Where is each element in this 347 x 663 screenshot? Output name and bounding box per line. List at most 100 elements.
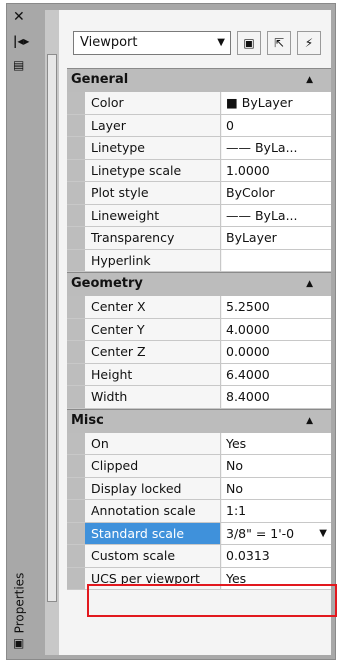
chevron-down-icon[interactable]: ▼: [319, 523, 327, 544]
row-gutter: [67, 137, 85, 159]
toggle-pickadd-icon: ▣: [243, 36, 255, 50]
property-name: Linetype scale: [85, 159, 221, 181]
property-grid: General ▲ Color ■ ByLayer Layer 0 Linetype —— B…: [67, 68, 331, 590]
row-gutter: [67, 567, 85, 589]
property-value[interactable]: 0.0313: [222, 545, 331, 567]
palette-title: Properties: [12, 572, 27, 634]
property-value[interactable]: No: [222, 477, 331, 499]
toolbar: Viewport ▼ ▣ ⇱ ⚡: [59, 10, 331, 68]
property-row[interactable]: Linetype scale 1.0000: [67, 159, 331, 182]
property-row[interactable]: Lineweight —— ByLa...: [67, 204, 331, 227]
property-value[interactable]: 3/8" = 1'-0 ▼: [222, 522, 331, 544]
property-name: Clipped: [85, 455, 221, 477]
property-name: Plot style: [85, 182, 221, 204]
select-objects-icon: ⇱: [273, 36, 285, 50]
close-icon[interactable]: ✕: [13, 10, 25, 24]
row-gutter: [67, 432, 85, 454]
property-value-text: —— ByLa...: [226, 140, 298, 155]
property-name: Height: [85, 363, 221, 385]
property-row[interactable]: Color ■ ByLayer: [67, 92, 331, 115]
section-header-misc[interactable]: Misc ▲: [67, 408, 331, 433]
quick-select-button[interactable]: ⚡: [297, 31, 321, 55]
property-row[interactable]: Hyperlink: [67, 249, 331, 272]
row-gutter: [67, 477, 85, 499]
property-row[interactable]: Center Z 0.0000: [67, 341, 331, 364]
section-title: Geometry: [71, 276, 143, 291]
auto-hide-icon[interactable]: |◂▸: [13, 34, 29, 48]
property-value-text: 6.4000: [226, 366, 270, 382]
scrollbar-thumb[interactable]: [47, 54, 57, 602]
row-gutter: [67, 545, 85, 567]
property-value[interactable]: Yes: [222, 432, 331, 454]
property-row[interactable]: Linetype —— ByLa...: [67, 137, 331, 160]
property-value-text: 0: [226, 117, 234, 133]
collapse-icon[interactable]: ▲: [306, 273, 313, 295]
property-row[interactable]: Annotation scale 1:1: [67, 500, 331, 523]
property-name: Annotation scale: [85, 500, 221, 522]
property-value-text: ByLayer: [226, 230, 277, 245]
property-value-text: 4.0000: [226, 321, 270, 337]
section-header-general[interactable]: General ▲: [67, 68, 331, 92]
row-gutter: [67, 159, 85, 181]
property-row[interactable]: Transparency ByLayer: [67, 227, 331, 250]
row-gutter: [67, 386, 85, 408]
property-value[interactable]: 8.4000: [222, 386, 331, 408]
object-type-select[interactable]: Viewport ▼: [73, 31, 231, 55]
property-value[interactable]: [222, 249, 331, 271]
property-value[interactable]: 1:1: [222, 500, 331, 522]
property-value[interactable]: 4.0000: [222, 318, 331, 340]
property-row[interactable]: On Yes: [67, 432, 331, 455]
collapse-icon[interactable]: ▲: [306, 69, 313, 91]
toggle-pickadd-button[interactable]: ▣: [237, 31, 261, 55]
row-gutter: [67, 455, 85, 477]
row-gutter: [67, 114, 85, 136]
property-value-text: No: [226, 458, 243, 473]
property-value-text: 8.4000: [226, 389, 270, 404]
property-value-text: 5.2500: [226, 299, 270, 314]
property-name: Hyperlink: [85, 249, 221, 271]
properties-menu-icon[interactable]: ▤: [13, 58, 24, 72]
property-value[interactable]: 6.4000: [222, 363, 331, 385]
collapse-icon[interactable]: ▲: [306, 410, 313, 432]
property-value-text: No: [226, 480, 243, 496]
property-value-text: —— ByLa...: [226, 207, 298, 223]
property-value[interactable]: 5.2500: [222, 296, 331, 318]
properties-palette: ✕ |◂▸ ▤ Properties ▣ Viewport ▼ ▣ ⇱ ⚡ Ge…: [6, 3, 337, 660]
property-value[interactable]: 0: [222, 114, 331, 136]
property-value[interactable]: —— ByLa...: [222, 137, 331, 159]
property-value-text: 0.0000: [226, 344, 270, 359]
property-row[interactable]: Center Y 4.0000: [67, 318, 331, 341]
property-row[interactable]: Plot style ByColor: [67, 182, 331, 205]
property-row[interactable]: Clipped No: [67, 455, 331, 478]
property-name: Linetype: [85, 137, 221, 159]
property-value-text: 1:1: [226, 503, 247, 518]
property-value-text: ByColor: [226, 185, 275, 200]
property-name: Layer: [85, 114, 221, 136]
property-value[interactable]: ByLayer: [222, 227, 331, 249]
select-objects-button[interactable]: ⇱: [267, 31, 291, 55]
chevron-down-icon: ▼: [217, 37, 225, 48]
property-value[interactable]: ■ ByLayer: [222, 92, 331, 114]
properties-panel: Viewport ▼ ▣ ⇱ ⚡ General ▲ Color ■ ByLayer L…: [59, 10, 331, 655]
property-value[interactable]: ByColor: [222, 182, 331, 204]
row-gutter: [67, 318, 85, 340]
property-value-text: Yes: [226, 435, 247, 451]
property-row[interactable]: Display locked No: [67, 477, 331, 500]
property-row[interactable]: Layer 0: [67, 114, 331, 137]
property-name: Standard scale: [85, 522, 221, 544]
property-row[interactable]: Width 8.4000: [67, 386, 331, 409]
property-value[interactable]: 0.0000: [222, 341, 331, 363]
property-value-text: 1.0000: [226, 162, 270, 178]
property-value[interactable]: —— ByLa...: [222, 204, 331, 226]
row-gutter: [67, 522, 85, 544]
property-value[interactable]: No: [222, 455, 331, 477]
property-row[interactable]: Standard scale 3/8" = 1'-0 ▼: [67, 522, 331, 545]
property-value[interactable]: 1.0000: [222, 159, 331, 181]
property-row[interactable]: Custom scale 0.0313: [67, 545, 331, 568]
row-gutter: [67, 204, 85, 226]
property-row[interactable]: Center X 5.2500: [67, 296, 331, 319]
property-row[interactable]: Height 6.4000: [67, 363, 331, 386]
section-header-geometry[interactable]: Geometry ▲: [67, 272, 331, 296]
property-value-text: ■ ByLayer: [226, 95, 293, 110]
property-name: Center X: [85, 296, 221, 318]
